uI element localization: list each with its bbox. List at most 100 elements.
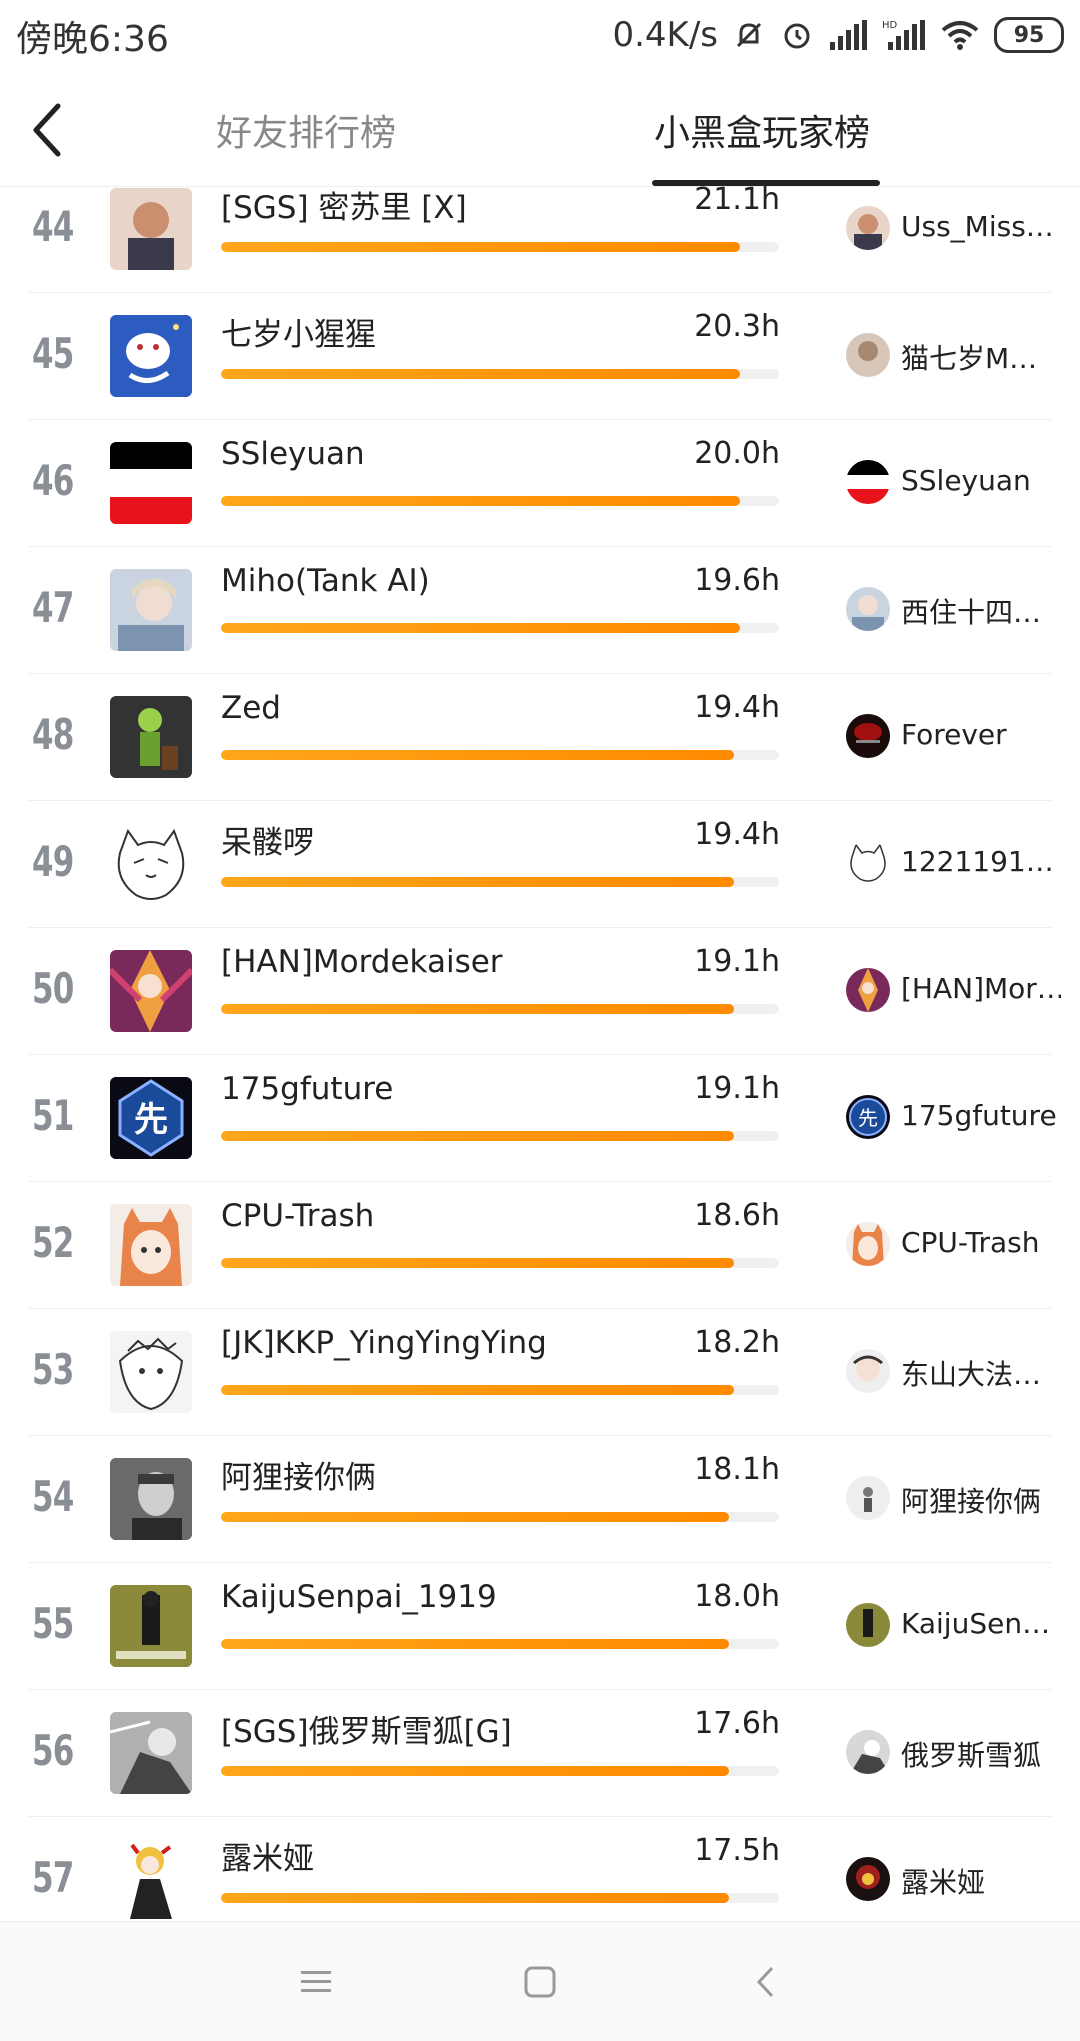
- player-name[interactable]: [SGS] 密苏里 [X]: [221, 186, 467, 227]
- ranking-row[interactable]: 53 [JK]KKP_YingYingYing 18.2h 东山大法…: [0, 1309, 1080, 1436]
- hours-bar-fill: [221, 1004, 735, 1014]
- hours-bar-fill: [221, 1131, 735, 1141]
- player-name[interactable]: 呆髅啰: [221, 817, 314, 862]
- home-icon: [524, 1966, 556, 1998]
- hours-bar: [221, 369, 779, 379]
- system-nav-bar: [0, 1921, 1080, 2041]
- hours-bar-fill: [221, 1258, 735, 1268]
- hours-bar-fill: [221, 369, 740, 379]
- player-avatar[interactable]: [110, 1585, 192, 1667]
- svg-text:先: 先: [858, 1106, 878, 1130]
- svg-text:HD: HD: [882, 20, 898, 31]
- rank-number: 53: [32, 1345, 74, 1394]
- hours-bar: [221, 1766, 779, 1776]
- status-bar: 傍晚6:36 0.4K/s HD 95: [0, 0, 1080, 70]
- nav-back-button[interactable]: [746, 1962, 786, 2002]
- player-name[interactable]: Zed: [221, 690, 281, 726]
- steam-name: 露米娅: [901, 1866, 986, 1899]
- ranking-row[interactable]: 48 Zed 19.4h Forever: [0, 674, 1080, 801]
- player-name[interactable]: [SGS]俄罗斯雪狐[G]: [221, 1706, 512, 1751]
- steam-avatar: [846, 1222, 890, 1266]
- player-avatar[interactable]: [110, 1458, 192, 1540]
- ranking-row[interactable]: 51 先 175gfuture 19.1h 先 175gfuture: [0, 1055, 1080, 1182]
- player-avatar[interactable]: [110, 1204, 192, 1286]
- play-hours: 21.1h: [694, 186, 780, 217]
- player-avatar[interactable]: [110, 569, 192, 651]
- player-name[interactable]: 七岁小猩猩: [221, 309, 376, 354]
- hours-bar-fill: [221, 1385, 735, 1395]
- hours-bar: [221, 1131, 779, 1141]
- player-avatar[interactable]: [110, 1839, 192, 1921]
- player-name[interactable]: 175gfuture: [221, 1071, 393, 1107]
- steam-name: Forever: [901, 718, 1007, 751]
- rank-number: 49: [32, 837, 74, 886]
- hours-bar: [221, 623, 779, 633]
- steam-avatar: [846, 714, 890, 758]
- ranking-row[interactable]: 56 [SGS]俄罗斯雪狐[G] 17.6h 俄罗斯雪狐: [0, 1690, 1080, 1817]
- play-hours: 19.6h: [694, 563, 780, 598]
- player-name[interactable]: [JK]KKP_YingYingYing: [221, 1325, 547, 1361]
- steam-avatar: [846, 1857, 890, 1901]
- play-hours: 18.0h: [694, 1579, 780, 1614]
- player-name[interactable]: 露米娅: [221, 1833, 314, 1878]
- steam-avatar: [846, 460, 890, 504]
- hours-bar: [221, 1385, 779, 1395]
- player-name[interactable]: 阿狸接你俩: [221, 1452, 376, 1497]
- player-name[interactable]: Miho(Tank AI): [221, 563, 430, 599]
- tab-player-ranking[interactable]: 小黑盒玩家榜: [654, 104, 870, 156]
- player-name[interactable]: KaijuSenpai_1919: [221, 1579, 497, 1615]
- status-icons: 0.4K/s HD 95: [612, 10, 1064, 60]
- player-avatar[interactable]: [110, 823, 192, 905]
- play-hours: 18.6h: [694, 1198, 780, 1233]
- steam-name: [HAN]Mor…: [901, 972, 1061, 1005]
- ranking-list[interactable]: 44 [SGS] 密苏里 [X] 21.1h Uss_Miss… 45 七岁小猩…: [0, 186, 1080, 1921]
- player-name[interactable]: CPU-Trash: [221, 1198, 374, 1234]
- player-name[interactable]: SSleyuan: [221, 436, 365, 472]
- ranking-row[interactable]: 46 SSleyuan 20.0h SSleyuan: [0, 420, 1080, 547]
- player-name[interactable]: [HAN]Mordekaiser: [221, 944, 503, 980]
- back-button[interactable]: [18, 100, 78, 160]
- tab-friends-ranking[interactable]: 好友排行榜: [216, 104, 396, 156]
- steam-avatar: 先: [846, 1095, 890, 1139]
- player-avatar[interactable]: [110, 1712, 192, 1794]
- ranking-row[interactable]: 44 [SGS] 密苏里 [X] 21.1h Uss_Miss…: [0, 186, 1080, 293]
- ranking-row[interactable]: 57 露米娅 17.5h 露米娅: [0, 1817, 1080, 1921]
- player-avatar[interactable]: [110, 950, 192, 1032]
- steam-name: 猫七岁M…: [901, 342, 1038, 375]
- hours-bar: [221, 1893, 779, 1903]
- player-avatar[interactable]: [110, 1331, 192, 1413]
- play-hours: 18.1h: [694, 1452, 780, 1487]
- player-avatar[interactable]: [110, 315, 192, 397]
- ranking-row[interactable]: 47 Miho(Tank AI) 19.6h 西住十四…: [0, 547, 1080, 674]
- rank-number: 50: [32, 964, 74, 1013]
- play-hours: 19.4h: [694, 817, 780, 852]
- nav-menu-button[interactable]: [296, 1962, 336, 2002]
- nav-home-button[interactable]: [520, 1962, 560, 2002]
- steam-avatar: [846, 968, 890, 1012]
- play-hours: 18.2h: [694, 1325, 780, 1360]
- hours-bar-fill: [221, 750, 735, 760]
- hours-bar-fill: [221, 242, 740, 252]
- player-avatar[interactable]: [110, 188, 192, 270]
- ranking-row[interactable]: 50 [HAN]Mordekaiser 19.1h [HAN]Mor…: [0, 928, 1080, 1055]
- network-speed: 0.4K/s: [612, 15, 718, 55]
- rank-number: 46: [32, 456, 74, 505]
- player-avatar[interactable]: 先: [110, 1077, 192, 1159]
- player-avatar[interactable]: [110, 696, 192, 778]
- ranking-row[interactable]: 49 呆髅啰 19.4h 1221191…: [0, 801, 1080, 928]
- play-hours: 19.1h: [694, 944, 780, 979]
- play-hours: 19.1h: [694, 1071, 780, 1106]
- ranking-row[interactable]: 54 阿狸接你俩 18.1h 阿狸接你俩: [0, 1436, 1080, 1563]
- ranking-row[interactable]: 52 CPU-Trash 18.6h CPU-Trash: [0, 1182, 1080, 1309]
- hours-bar: [221, 877, 779, 887]
- ranking-row[interactable]: 45 七岁小猩猩 20.3h 猫七岁M…: [0, 293, 1080, 420]
- steam-name: 西住十四…: [901, 596, 1042, 629]
- top-tab-bar: 好友排行榜 小黑盒玩家榜: [0, 70, 1080, 187]
- ranking-row[interactable]: 55 KaijuSenpai_1919 18.0h KaijuSen…: [0, 1563, 1080, 1690]
- player-avatar[interactable]: [110, 442, 192, 524]
- play-hours: 19.4h: [694, 690, 780, 725]
- hours-bar-fill: [221, 877, 735, 887]
- rank-number: 55: [32, 1599, 74, 1648]
- wifi-icon: [940, 18, 980, 52]
- play-hours: 20.3h: [694, 309, 780, 344]
